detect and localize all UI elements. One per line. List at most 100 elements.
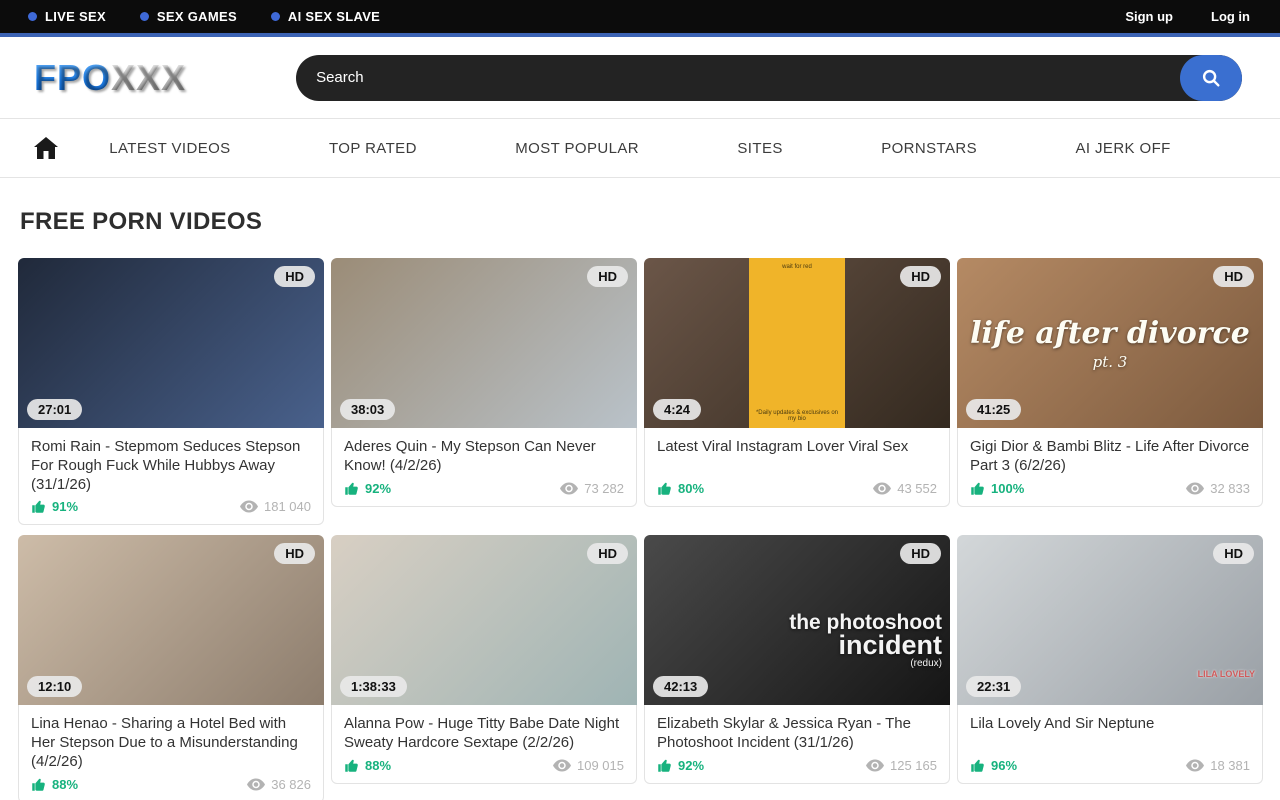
thumbnail-banner: wait for red*Daily updates & exclusives … <box>749 258 845 428</box>
hd-badge: HD <box>274 266 315 287</box>
duration-badge: 12:10 <box>27 676 82 697</box>
duration-badge: 27:01 <box>27 399 82 420</box>
search-input[interactable] <box>296 69 1180 86</box>
thumbnail-watermark: LILA LOVELY <box>1198 669 1255 679</box>
nav-item-pornstars[interactable]: PORNSTARS <box>881 140 977 157</box>
thumbnail-overlay-text: the photoshootincident(redux) <box>789 613 942 668</box>
hd-badge: HD <box>900 543 941 564</box>
toplink-ai-sex-slave[interactable]: AI SEX SLAVE <box>271 9 380 24</box>
video-card[interactable]: HD 38:03 Aderes Quin - My Stepson Can Ne… <box>331 258 637 525</box>
duration-badge: 4:24 <box>653 399 701 420</box>
video-thumbnail[interactable]: HD 22:31 LILA LOVELY <box>957 535 1263 705</box>
thumbs-up-icon <box>657 481 672 496</box>
video-thumbnail[interactable]: HD 12:10 <box>18 535 324 705</box>
thumbs-up-icon <box>970 758 985 773</box>
views-value: 109 015 <box>577 758 624 773</box>
video-title[interactable]: Latest Viral Instagram Lover Viral Sex <box>657 438 937 476</box>
video-card[interactable]: HD 22:31 LILA LOVELY Lila Lovely And Sir… <box>957 535 1263 800</box>
site-logo[interactable]: FPOXXX <box>34 57 186 99</box>
views-value: 36 826 <box>271 777 311 792</box>
video-stats: 88% 36 826 <box>31 777 311 792</box>
video-info: Romi Rain - Stepmom Seduces Stepson For … <box>18 428 324 525</box>
eye-icon <box>247 778 265 791</box>
hd-badge: HD <box>587 266 628 287</box>
video-title[interactable]: Gigi Dior & Bambi Blitz - Life After Div… <box>970 438 1250 476</box>
view-count: 125 165 <box>866 758 937 773</box>
video-title[interactable]: Elizabeth Skylar & Jessica Ryan - The Ph… <box>657 715 937 753</box>
thumbs-up-icon <box>31 777 46 792</box>
video-thumbnail[interactable]: HD 4:24 wait for red*Daily updates & exc… <box>644 258 950 428</box>
nav-item-top-rated[interactable]: TOP RATED <box>329 140 417 157</box>
video-info: Gigi Dior & Bambi Blitz - Life After Div… <box>957 428 1263 507</box>
login-link[interactable]: Log in <box>1211 9 1250 24</box>
auth-links: Sign up Log in <box>1125 9 1250 24</box>
views-value: 43 552 <box>897 481 937 496</box>
thumbs-up-icon <box>970 481 985 496</box>
view-count: 36 826 <box>247 777 311 792</box>
thumbs-up-icon <box>344 481 359 496</box>
view-count: 32 833 <box>1186 481 1250 496</box>
like-percентage: 88% <box>344 758 391 773</box>
video-title[interactable]: Alanna Pow - Huge Titty Babe Date Night … <box>344 715 624 753</box>
like-percентage: 80% <box>657 481 704 496</box>
video-thumbnail[interactable]: HD 1:38:33 <box>331 535 637 705</box>
video-thumbnail[interactable]: HD 41:25 life after divorcept. 3 <box>957 258 1263 428</box>
signup-link[interactable]: Sign up <box>1125 9 1173 24</box>
like-value: 92% <box>678 758 704 773</box>
video-info: Latest Viral Instagram Lover Viral Sex 8… <box>644 428 950 507</box>
main-nav: LATEST VIDEOS TOP RATED MOST POPULAR SITES P… <box>0 118 1280 178</box>
logo-secondary-text: XXX <box>111 57 186 98</box>
eye-icon <box>873 482 891 495</box>
video-card[interactable]: HD 42:13 the photoshootincident(redux) E… <box>644 535 950 800</box>
toplink-sex-games[interactable]: SEX GAMES <box>140 9 237 24</box>
nav-items: LATEST VIDEOS TOP RATED MOST POPULAR SITES P… <box>60 140 1220 157</box>
video-title[interactable]: Aderes Quin - My Stepson Can Never Know!… <box>344 438 624 476</box>
like-percентage: 91% <box>31 499 78 514</box>
search-button[interactable] <box>1180 55 1242 101</box>
hd-badge: HD <box>587 543 628 564</box>
video-info: Alanna Pow - Huge Titty Babe Date Night … <box>331 705 637 784</box>
search-icon <box>1200 67 1222 89</box>
video-stats: 92% 73 282 <box>344 481 624 496</box>
video-card[interactable]: HD 4:24 wait for red*Daily updates & exc… <box>644 258 950 525</box>
video-title[interactable]: Lila Lovely And Sir Neptune <box>970 715 1250 753</box>
hd-badge: HD <box>274 543 315 564</box>
video-thumbnail[interactable]: HD 27:01 <box>18 258 324 428</box>
video-title[interactable]: Lina Henao - Sharing a Hotel Bed with He… <box>31 715 311 771</box>
like-value: 96% <box>991 758 1017 773</box>
eye-icon <box>866 759 884 772</box>
video-stats: 96% 18 381 <box>970 758 1250 773</box>
like-value: 92% <box>365 481 391 496</box>
nav-item-most-popular[interactable]: MOST POPULAR <box>515 140 639 157</box>
toplink-live-sex[interactable]: LIVE SEX <box>28 9 106 24</box>
like-value: 88% <box>365 758 391 773</box>
toplink-label: AI SEX SLAVE <box>288 9 380 24</box>
eye-icon <box>553 759 571 772</box>
video-info: Aderes Quin - My Stepson Can Never Know!… <box>331 428 637 507</box>
hd-badge: HD <box>1213 543 1254 564</box>
search-bar <box>296 55 1242 101</box>
site-header: FPOXXX <box>0 37 1280 118</box>
video-card[interactable]: HD 27:01 Romi Rain - Stepmom Seduces Ste… <box>18 258 324 525</box>
video-card[interactable]: HD 12:10 Lina Henao - Sharing a Hotel Be… <box>18 535 324 800</box>
like-percентage: 100% <box>970 481 1024 496</box>
video-card[interactable]: HD 41:25 life after divorcept. 3 Gigi Di… <box>957 258 1263 525</box>
view-count: 18 381 <box>1186 758 1250 773</box>
video-info: Lina Henao - Sharing a Hotel Bed with He… <box>18 705 324 800</box>
video-card[interactable]: HD 1:38:33 Alanna Pow - Huge Titty Babe … <box>331 535 637 800</box>
video-title[interactable]: Romi Rain - Stepmom Seduces Stepson For … <box>31 438 311 494</box>
eye-icon <box>560 482 578 495</box>
video-stats: 92% 125 165 <box>657 758 937 773</box>
video-thumbnail[interactable]: HD 38:03 <box>331 258 637 428</box>
page-title: FREE PORN VIDEOS <box>20 208 1280 236</box>
nav-item-sites[interactable]: SITES <box>737 140 782 157</box>
nav-item-ai-jerk-off[interactable]: AI JERK OFF <box>1075 140 1170 157</box>
video-thumbnail[interactable]: HD 42:13 the photoshootincident(redux) <box>644 535 950 705</box>
nav-item-latest-videos[interactable]: LATEST VIDEOS <box>109 140 230 157</box>
view-count: 73 282 <box>560 481 624 496</box>
home-nav-button[interactable] <box>34 137 60 159</box>
views-value: 18 381 <box>1210 758 1250 773</box>
video-grid: HD 27:01 Romi Rain - Stepmom Seduces Ste… <box>0 258 1280 800</box>
hd-badge: HD <box>900 266 941 287</box>
video-stats: 88% 109 015 <box>344 758 624 773</box>
